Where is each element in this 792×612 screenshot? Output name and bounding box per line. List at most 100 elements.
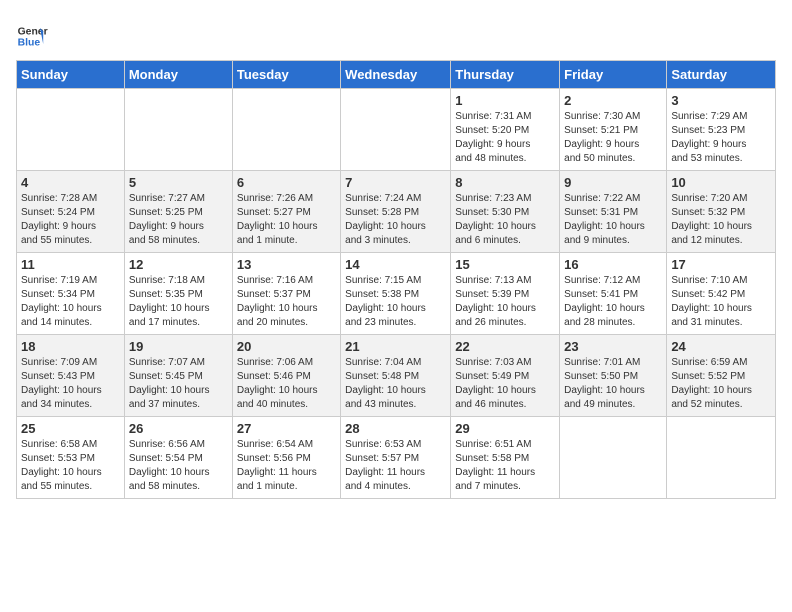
calendar-cell: 23 Sunrise: 7:01 AM Sunset: 5:50 PM Dayli…	[560, 335, 667, 417]
header-cell-wednesday: Wednesday	[341, 61, 451, 89]
calendar-cell: 8Sunrise: 7:23 AM Sunset: 5:30 PM Daylig…	[451, 171, 560, 253]
day-number: 26	[129, 421, 228, 436]
day-info: Sunrise: 7:04 AM Sunset: 5:48 PM Dayligh…	[345, 356, 446, 412]
calendar-header-row: SundayMondayTuesdayWednesdayThursdayFrid…	[17, 61, 776, 89]
header-cell-sunday: Sunday	[17, 61, 125, 89]
day-info: Sunrise: 6:53 AM Sunset: 5:57 PM Dayligh…	[345, 438, 446, 494]
day-number: 1	[455, 93, 555, 108]
calendar: SundayMondayTuesdayWednesdayThursdayFrid…	[16, 60, 776, 499]
day-info: Sunrise: 7:12 AM Sunset: 5:41 PM Dayligh…	[564, 274, 662, 330]
day-info: Sunrise: 7:30 AM Sunset: 5:21 PM Dayligh…	[564, 110, 662, 166]
calendar-cell: 28 Sunrise: 6:53 AM Sunset: 5:57 PM Dayli…	[341, 417, 451, 499]
calendar-cell	[560, 417, 667, 499]
day-number: 4	[21, 175, 120, 190]
calendar-cell: 2 Sunrise: 7:30 AM Sunset: 5:21 PM Daylig…	[560, 89, 667, 171]
svg-text:General: General	[18, 26, 48, 37]
header-cell-tuesday: Tuesday	[232, 61, 340, 89]
calendar-cell: 26 Sunrise: 6:56 AM Sunset: 5:54 PM Dayli…	[124, 417, 232, 499]
day-number: 17	[671, 257, 771, 272]
day-number: 28	[345, 421, 446, 436]
day-info: Sunrise: 7:07 AM Sunset: 5:45 PM Dayligh…	[129, 356, 228, 412]
day-info: Sunrise: 7:29 AM Sunset: 5:23 PM Dayligh…	[671, 110, 771, 166]
day-number: 29	[455, 421, 555, 436]
calendar-cell: 11 Sunrise: 7:19 AM Sunset: 5:34 PM Dayli…	[17, 253, 125, 335]
day-number: 6	[237, 175, 336, 190]
header-cell-saturday: Saturday	[667, 61, 776, 89]
calendar-cell: 9 Sunrise: 7:22 AM Sunset: 5:31 PM Daylig…	[560, 171, 667, 253]
day-info: Sunrise: 7:31 AM Sunset: 5:20 PM Dayligh…	[455, 110, 555, 166]
day-info: Sunrise: 7:22 AM Sunset: 5:31 PM Dayligh…	[564, 192, 662, 248]
header-cell-monday: Monday	[124, 61, 232, 89]
calendar-cell	[124, 89, 232, 171]
calendar-cell: 22 Sunrise: 7:03 AM Sunset: 5:49 PM Dayli…	[451, 335, 560, 417]
logo-icon: General Blue	[16, 20, 48, 52]
calendar-cell: 12 Sunrise: 7:18 AM Sunset: 5:35 PM Dayli…	[124, 253, 232, 335]
day-info: Sunrise: 6:58 AM Sunset: 5:53 PM Dayligh…	[21, 438, 120, 494]
week-row-0: 1 Sunrise: 7:31 AM Sunset: 5:20 PM Daylig…	[17, 89, 776, 171]
calendar-cell: 5 Sunrise: 7:27 AM Sunset: 5:25 PM Daylig…	[124, 171, 232, 253]
day-number: 10	[671, 175, 771, 190]
day-number: 5	[129, 175, 228, 190]
day-number: 24	[671, 339, 771, 354]
day-info: Sunrise: 7:24 AM Sunset: 5:28 PM Dayligh…	[345, 192, 446, 248]
calendar-cell	[232, 89, 340, 171]
day-info: Sunrise: 7:03 AM Sunset: 5:49 PM Dayligh…	[455, 356, 555, 412]
day-number: 22	[455, 339, 555, 354]
day-number: 25	[21, 421, 120, 436]
week-row-4: 25 Sunrise: 6:58 AM Sunset: 5:53 PM Dayli…	[17, 417, 776, 499]
calendar-cell: 19Sunrise: 7:07 AM Sunset: 5:45 PM Dayli…	[124, 335, 232, 417]
calendar-cell	[17, 89, 125, 171]
day-info: Sunrise: 7:18 AM Sunset: 5:35 PM Dayligh…	[129, 274, 228, 330]
calendar-cell: 27Sunrise: 6:54 AM Sunset: 5:56 PM Dayli…	[232, 417, 340, 499]
day-info: Sunrise: 7:13 AM Sunset: 5:39 PM Dayligh…	[455, 274, 555, 330]
day-number: 3	[671, 93, 771, 108]
day-info: Sunrise: 7:01 AM Sunset: 5:50 PM Dayligh…	[564, 356, 662, 412]
header: General Blue	[16, 16, 776, 52]
day-number: 7	[345, 175, 446, 190]
calendar-cell	[341, 89, 451, 171]
day-number: 9	[564, 175, 662, 190]
day-info: Sunrise: 7:15 AM Sunset: 5:38 PM Dayligh…	[345, 274, 446, 330]
day-number: 12	[129, 257, 228, 272]
calendar-cell: 21 Sunrise: 7:04 AM Sunset: 5:48 PM Dayli…	[341, 335, 451, 417]
calendar-cell	[667, 417, 776, 499]
day-number: 15	[455, 257, 555, 272]
day-number: 23	[564, 339, 662, 354]
day-info: Sunrise: 7:28 AM Sunset: 5:24 PM Dayligh…	[21, 192, 120, 248]
day-info: Sunrise: 6:59 AM Sunset: 5:52 PM Dayligh…	[671, 356, 771, 412]
day-number: 18	[21, 339, 120, 354]
calendar-cell: 13 Sunrise: 7:16 AM Sunset: 5:37 PM Dayli…	[232, 253, 340, 335]
calendar-cell: 1 Sunrise: 7:31 AM Sunset: 5:20 PM Daylig…	[451, 89, 560, 171]
day-number: 2	[564, 93, 662, 108]
day-info: Sunrise: 6:54 AM Sunset: 5:56 PM Dayligh…	[237, 438, 336, 494]
calendar-cell: 14 Sunrise: 7:15 AM Sunset: 5:38 PM Dayli…	[341, 253, 451, 335]
calendar-cell: 20Sunrise: 7:06 AM Sunset: 5:46 PM Dayli…	[232, 335, 340, 417]
calendar-cell: 10 Sunrise: 7:20 AM Sunset: 5:32 PM Dayli…	[667, 171, 776, 253]
calendar-cell: 25 Sunrise: 6:58 AM Sunset: 5:53 PM Dayli…	[17, 417, 125, 499]
calendar-body: 1 Sunrise: 7:31 AM Sunset: 5:20 PM Daylig…	[17, 89, 776, 499]
calendar-cell: 6Sunrise: 7:26 AM Sunset: 5:27 PM Daylig…	[232, 171, 340, 253]
day-info: Sunrise: 7:20 AM Sunset: 5:32 PM Dayligh…	[671, 192, 771, 248]
day-info: Sunrise: 7:19 AM Sunset: 5:34 PM Dayligh…	[21, 274, 120, 330]
day-number: 14	[345, 257, 446, 272]
calendar-cell: 7 Sunrise: 7:24 AM Sunset: 5:28 PM Daylig…	[341, 171, 451, 253]
calendar-cell: 3 Sunrise: 7:29 AM Sunset: 5:23 PM Daylig…	[667, 89, 776, 171]
day-info: Sunrise: 6:56 AM Sunset: 5:54 PM Dayligh…	[129, 438, 228, 494]
svg-text:Blue: Blue	[18, 38, 41, 49]
day-info: Sunrise: 7:16 AM Sunset: 5:37 PM Dayligh…	[237, 274, 336, 330]
calendar-cell: 29Sunrise: 6:51 AM Sunset: 5:58 PM Dayli…	[451, 417, 560, 499]
header-cell-friday: Friday	[560, 61, 667, 89]
week-row-1: 4 Sunrise: 7:28 AM Sunset: 5:24 PM Daylig…	[17, 171, 776, 253]
week-row-3: 18Sunrise: 7:09 AM Sunset: 5:43 PM Dayli…	[17, 335, 776, 417]
day-info: Sunrise: 7:27 AM Sunset: 5:25 PM Dayligh…	[129, 192, 228, 248]
header-cell-thursday: Thursday	[451, 61, 560, 89]
calendar-cell: 16Sunrise: 7:12 AM Sunset: 5:41 PM Dayli…	[560, 253, 667, 335]
calendar-cell: 17 Sunrise: 7:10 AM Sunset: 5:42 PM Dayli…	[667, 253, 776, 335]
calendar-cell: 24 Sunrise: 6:59 AM Sunset: 5:52 PM Dayli…	[667, 335, 776, 417]
day-info: Sunrise: 7:06 AM Sunset: 5:46 PM Dayligh…	[237, 356, 336, 412]
day-number: 13	[237, 257, 336, 272]
day-number: 21	[345, 339, 446, 354]
day-info: Sunrise: 7:10 AM Sunset: 5:42 PM Dayligh…	[671, 274, 771, 330]
day-number: 11	[21, 257, 120, 272]
logo: General Blue	[16, 20, 48, 52]
